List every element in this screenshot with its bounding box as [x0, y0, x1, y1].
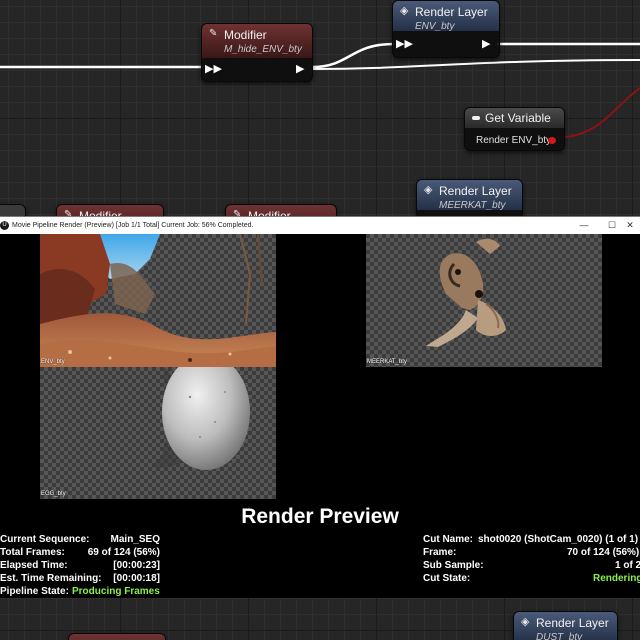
stat-row-pipeline-state: Pipeline State: Producing Frames — [0, 585, 162, 598]
variable-name: Render ENV_bty — [476, 135, 552, 146]
stat-row-sub-sample: Sub Sample: 1 of 2 — [423, 559, 640, 572]
layers-icon: ◈ — [424, 184, 433, 196]
modifier-node-bottom[interactable] — [68, 633, 166, 640]
movie-pipeline-render-window[interactable]: U Movie Pipeline Render (Preview) [Job 1… — [0, 216, 640, 598]
env-render-image — [40, 234, 276, 367]
modifier-node-hide-env[interactable]: ✎ Modifier M_hide_ENV_bty ▶▶ ▶ — [201, 23, 313, 82]
node-subtitle: M_hide_ENV_bty — [224, 44, 302, 55]
stat-key: Cut State: — [423, 573, 471, 584]
render-preview-heading: Render Preview — [241, 505, 399, 528]
modifier-node-header: ✎ Modifier M_hide_ENV_bty — [202, 24, 312, 58]
stat-row-cut-state: Cut State: Rendering — [423, 572, 640, 585]
get-variable-node-header: Get Variable — [465, 108, 564, 128]
stat-value-status: Producing Frames — [72, 586, 160, 597]
stat-key: Cut Name: — [423, 534, 474, 545]
layers-icon: ◈ — [521, 616, 530, 628]
stat-key: Est. Time Remaining: — [0, 573, 102, 584]
node-title: Render Layer — [536, 616, 609, 630]
node-title: Get Variable — [485, 111, 551, 125]
stat-key: Frame: — [423, 547, 457, 558]
node-title: Render Layer — [439, 184, 512, 198]
variable-icon — [472, 116, 480, 120]
exec-in-pin-icon[interactable]: ▶▶ — [205, 64, 222, 75]
tile-label: MEERKAT_bty — [367, 359, 407, 365]
modifier-node-header — [69, 634, 165, 640]
exec-out-pin-icon[interactable]: ▶ — [296, 64, 304, 75]
stat-key: Sub Sample: — [423, 560, 484, 571]
close-button[interactable]: ✕ — [620, 217, 640, 234]
tile-label: EGG_bty — [41, 491, 66, 497]
stat-key: Total Frames: — [0, 547, 65, 558]
window-title: Movie Pipeline Render (Preview) [Job 1/1… — [12, 222, 254, 229]
node-subtitle: MEERKAT_bty — [439, 200, 506, 211]
exec-wire-under — [311, 59, 640, 70]
stat-row-cut-name: Cut Name: shot0020 (ShotCam_0020) (1 of … — [423, 533, 640, 546]
exec-out-pin-icon[interactable]: ▶ — [482, 39, 490, 50]
node-subtitle: DUST_bty — [536, 632, 583, 640]
render-tile-egg: EGG_bty — [40, 367, 276, 499]
cut-stats: Cut Name: shot0020 (ShotCam_0020) (1 of … — [423, 533, 640, 585]
exec-wire-modifier-to-layer — [311, 42, 395, 69]
app-icon: U — [0, 221, 9, 230]
sequence-stats: Current Sequence: Main_SEQ Total Frames:… — [0, 533, 162, 598]
stat-value: 69 of 124 (56%) — [87, 547, 160, 558]
layers-icon: ◈ — [400, 5, 409, 17]
stat-value: shot0020 (ShotCam_0020) (1 of 1) — [478, 534, 639, 545]
stat-value: 1 of 2 — [615, 560, 640, 571]
stat-row-frame: Frame: 70 of 124 (56%) — [423, 546, 640, 559]
stat-value: Main_SEQ — [110, 534, 160, 545]
render-layer-node-header: ◈ Render Layer DUST_bty — [514, 612, 617, 640]
render-layer-node-meerkat[interactable]: ◈ Render Layer MEERKAT_bty — [416, 179, 523, 219]
node-title: Render Layer — [415, 5, 488, 19]
window-titlebar[interactable]: U Movie Pipeline Render (Preview) [Job 1… — [0, 217, 640, 234]
render-tile-meerkat: MEERKAT_bty — [366, 234, 602, 367]
get-variable-node[interactable]: Get Variable Render ENV_bty — [464, 107, 565, 151]
stat-value: 70 of 124 (56%) — [567, 547, 640, 558]
render-tile-env: ENV_bty — [40, 234, 276, 367]
stat-value-status: Rendering — [593, 573, 640, 584]
pencil-icon: ✎ — [209, 28, 218, 39]
render-layer-node-header: ◈ Render Layer MEERKAT_bty — [417, 180, 522, 211]
meerkat-render-image — [426, 238, 506, 347]
stat-value: [00:00:23] — [113, 560, 160, 571]
stat-row-elapsed-time: Elapsed Time: [00:00:23] — [0, 559, 162, 572]
node-subtitle: ENV_bty — [415, 21, 455, 32]
render-layer-node-env[interactable]: ◈ Render Layer ENV_bty ▶▶ ▶ — [392, 0, 500, 58]
tile-label: ENV_bty — [41, 359, 65, 365]
stat-value: [00:00:18] — [113, 573, 160, 584]
stat-row-current-sequence: Current Sequence: Main_SEQ — [0, 533, 162, 546]
egg-render-image — [152, 367, 250, 470]
stat-key: Elapsed Time: — [0, 560, 68, 571]
stat-key: Current Sequence: — [0, 534, 90, 545]
node-title: Modifier — [224, 28, 267, 42]
data-wire-variable — [551, 87, 640, 139]
render-layer-node-dust[interactable]: ◈ Render Layer DUST_bty — [513, 611, 618, 640]
variable-pin-icon[interactable] — [548, 137, 556, 144]
minimize-button[interactable]: — — [570, 217, 598, 234]
stat-row-time-remaining: Est. Time Remaining: [00:00:18] — [0, 572, 162, 585]
exec-in-pin-icon[interactable]: ▶▶ — [396, 39, 413, 50]
render-layer-node-header: ◈ Render Layer ENV_bty — [393, 1, 499, 32]
stat-row-total-frames: Total Frames: 69 of 124 (56%) — [0, 546, 162, 559]
stat-key: Pipeline State: — [0, 586, 69, 597]
